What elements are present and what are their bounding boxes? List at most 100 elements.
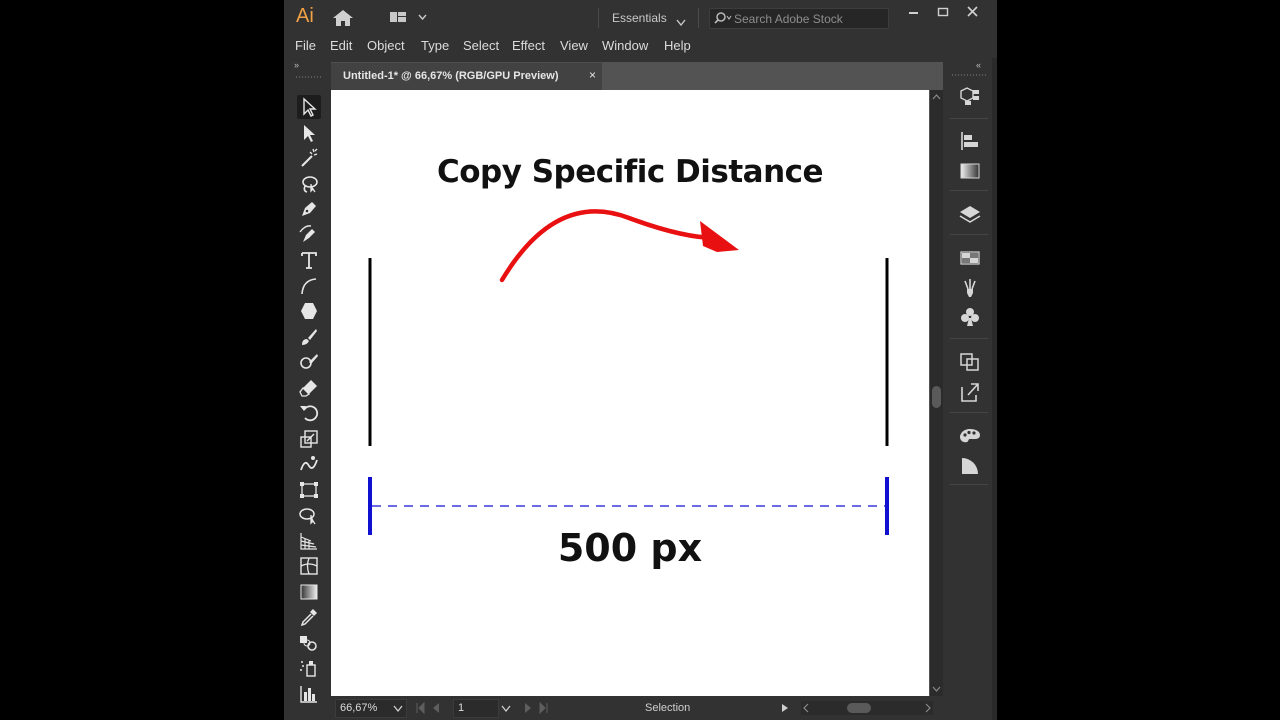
symbols-icon[interactable] (958, 306, 982, 328)
panel-divider (950, 338, 988, 339)
magic-wand-tool[interactable] (297, 146, 321, 170)
title-separator (598, 8, 599, 28)
artboard-number-value: 1 (458, 702, 465, 714)
swatches-icon[interactable] (958, 247, 982, 269)
gradient-panel-icon[interactable] (958, 160, 982, 182)
horizontal-scroll-thumb[interactable] (847, 703, 871, 713)
document-tab[interactable]: Untitled-1* @ 66,67% (RGB/GPU Preview) × (331, 62, 602, 90)
menu-edit[interactable]: Edit (330, 38, 352, 53)
artboard[interactable]: Copy Specific Distance 500 px (331, 90, 929, 696)
panel-divider (950, 190, 988, 191)
paintbrush-tool[interactable] (297, 325, 321, 349)
illustrator-window: Ai Essentials File Edit (284, 0, 997, 720)
scale-tool[interactable] (297, 427, 321, 451)
scroll-left-icon[interactable] (801, 701, 811, 715)
close-window-icon[interactable] (964, 5, 982, 19)
selection-tool[interactable] (297, 95, 321, 119)
panel-grip[interactable] (952, 74, 986, 76)
scroll-right-icon[interactable] (923, 701, 933, 715)
transparency-icon[interactable] (958, 455, 982, 477)
type-tool[interactable] (297, 248, 321, 272)
puppet-warp-tool[interactable] (297, 452, 321, 476)
next-last-artboard-icons[interactable] (521, 702, 555, 714)
stock-search[interactable] (709, 8, 889, 29)
libraries-icon[interactable] (958, 86, 982, 108)
artwork-shapes[interactable] (331, 90, 929, 696)
color-guide-icon[interactable] (958, 425, 982, 447)
layers-icon[interactable] (958, 204, 982, 226)
polygon-tool[interactable] (297, 299, 321, 323)
document-area: Untitled-1* @ 66,67% (RGB/GPU Preview) ×… (331, 62, 943, 720)
eraser-tool[interactable] (297, 376, 321, 400)
direct-selection-tool[interactable] (297, 121, 321, 145)
minimize-icon[interactable] (904, 5, 922, 19)
curvature-tool[interactable] (297, 223, 321, 247)
red-arrowhead (700, 221, 739, 252)
title-separator (698, 8, 699, 28)
title-bar: Ai Essentials (284, 0, 997, 36)
curved-red-arrow (499, 209, 719, 283)
pen-tool[interactable] (297, 197, 321, 221)
menu-help[interactable]: Help (664, 38, 691, 53)
search-icon (714, 11, 732, 30)
brushes-icon[interactable] (958, 277, 982, 299)
panel-divider (950, 118, 988, 119)
vertical-scroll-thumb[interactable] (932, 386, 941, 408)
gradient-tool[interactable] (297, 580, 321, 604)
transform-icon[interactable] (958, 351, 982, 373)
artboard-dropdown-icon[interactable] (501, 705, 511, 713)
collapse-panels-button[interactable]: « (976, 60, 981, 70)
chevron-down-icon[interactable] (676, 14, 686, 32)
panel-divider (950, 412, 988, 413)
arrange-documents-icon[interactable] (388, 10, 428, 26)
panel-dock: « (946, 58, 992, 720)
distance-label-text[interactable]: 500 px (331, 526, 929, 570)
symbol-sprayer-tool[interactable] (297, 656, 321, 680)
vertical-scrollbar[interactable] (930, 90, 943, 696)
document-tab-title: Untitled-1* @ 66,67% (RGB/GPU Preview) (343, 70, 559, 82)
menu-file[interactable]: File (295, 38, 316, 53)
menu-view[interactable]: View (560, 38, 588, 53)
menu-type[interactable]: Type (421, 38, 449, 53)
zoom-level-value: 66,67% (340, 702, 378, 714)
blend-tool[interactable] (297, 631, 321, 655)
stock-search-input[interactable] (734, 11, 884, 26)
panel-divider (950, 234, 988, 235)
ai-logo: Ai (296, 5, 314, 27)
scroll-up-icon[interactable] (930, 92, 943, 102)
dock-edge (992, 58, 997, 720)
menu-select[interactable]: Select (463, 38, 499, 53)
first-previous-artboard-icons[interactable] (415, 702, 449, 714)
panel-grip[interactable] (296, 76, 322, 78)
lasso-tool[interactable] (297, 172, 321, 196)
menu-object[interactable]: Object (367, 38, 405, 53)
rotate-tool[interactable] (297, 401, 321, 425)
mesh-tool[interactable] (297, 554, 321, 578)
menu-effect[interactable]: Effect (512, 38, 545, 53)
free-transform-tool[interactable] (297, 478, 321, 502)
close-tab-icon[interactable]: × (589, 68, 596, 82)
canvas[interactable]: Copy Specific Distance 500 px (331, 90, 931, 696)
collapse-toolbar-button[interactable]: » (294, 60, 299, 70)
perspective-grid-tool[interactable] (297, 529, 321, 553)
shaper-tool[interactable] (297, 350, 321, 374)
menu-bar: File Edit Object Type Select Effect View… (284, 36, 997, 56)
horizontal-scrollbar[interactable] (801, 701, 933, 715)
eyedropper-tool[interactable] (297, 605, 321, 629)
shape-builder-tool[interactable] (297, 503, 321, 527)
panel-divider (950, 484, 988, 485)
home-icon[interactable] (332, 9, 354, 27)
status-bar: 66,67% 1 Selection (331, 696, 943, 720)
menu-window[interactable]: Window (602, 38, 648, 53)
artboard-number-field[interactable]: 1 (453, 699, 499, 718)
column-graph-tool[interactable] (297, 682, 321, 706)
export-icon[interactable] (958, 381, 982, 403)
line-segment-tool[interactable] (297, 274, 321, 298)
status-menu-icon[interactable] (780, 703, 790, 713)
zoom-dropdown-icon[interactable] (393, 705, 403, 713)
scroll-down-icon[interactable] (930, 684, 943, 694)
current-tool-status: Selection (645, 702, 691, 714)
align-icon[interactable] (958, 130, 982, 152)
workspace-switcher[interactable]: Essentials (612, 11, 667, 25)
maximize-icon[interactable] (934, 5, 952, 19)
